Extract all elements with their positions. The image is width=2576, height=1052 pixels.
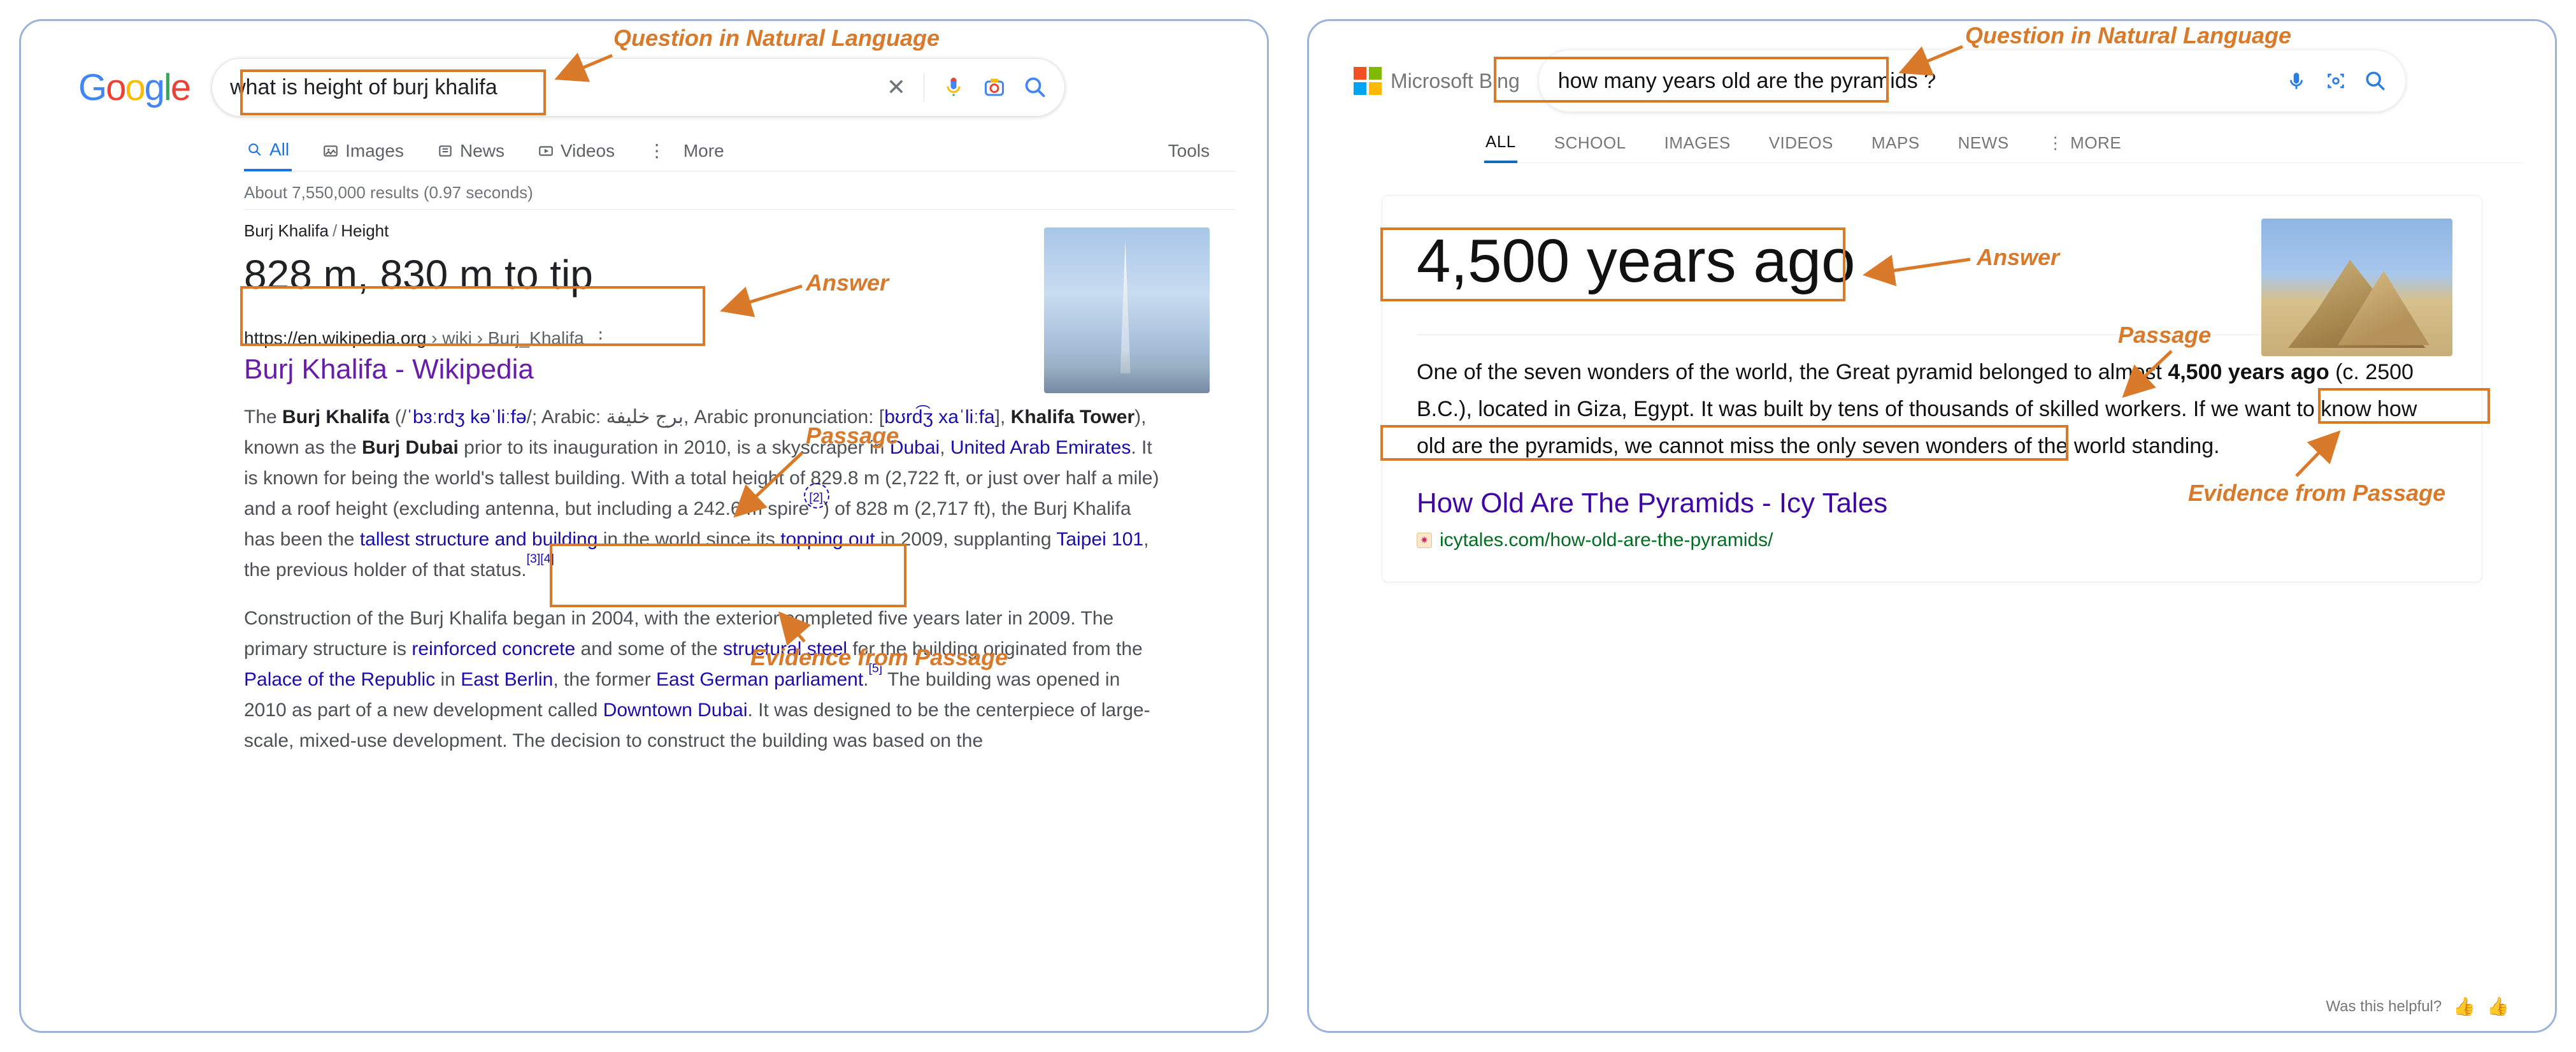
- link-east-berlin[interactable]: East Berlin: [461, 669, 553, 690]
- result-snippet: One of the seven wonders of the world, t…: [1417, 354, 2447, 465]
- reference-link[interactable]: [3]: [527, 552, 541, 566]
- tab-images[interactable]: IMAGES: [1663, 124, 1732, 162]
- thumbs-up-icon[interactable]: 👍: [2453, 996, 2475, 1017]
- thumbs-down-icon[interactable]: 👎: [2487, 996, 2509, 1017]
- videos-icon: [538, 143, 554, 159]
- more-dots-icon[interactable]: ⋮: [592, 328, 610, 348]
- link-taipei[interactable]: Taipei 101: [1056, 529, 1143, 550]
- news-icon: [437, 143, 454, 159]
- bing-tabs: ALL SCHOOL IMAGES VIDEOS MAPS NEWS ⋮MORE: [1484, 123, 2523, 163]
- tab-all[interactable]: All: [244, 131, 292, 171]
- featured-result: Burj Khalifa/Height 828 m, 830 m to tip …: [244, 221, 1235, 756]
- google-topbar: Google ✕: [78, 58, 1235, 117]
- lens-icon[interactable]: [2325, 70, 2347, 92]
- mic-icon[interactable]: [2286, 70, 2307, 92]
- ipa-link[interactable]: ˈbɜːrdʒ kəˈliːfə: [406, 407, 526, 428]
- search-small-icon: [247, 141, 263, 158]
- link-palace[interactable]: Palace of the Republic: [244, 669, 435, 690]
- favicon-icon: ✷: [1417, 533, 1432, 548]
- clear-icon[interactable]: ✕: [887, 74, 906, 101]
- tab-videos[interactable]: Videos: [535, 132, 617, 170]
- bing-search-bar[interactable]: [1539, 50, 2405, 112]
- google-search-input[interactable]: [230, 75, 887, 100]
- tab-maps[interactable]: MAPS: [1870, 124, 1921, 162]
- link-uae[interactable]: United Arab Emirates: [950, 437, 1131, 458]
- tab-more[interactable]: ⋮ More: [645, 131, 727, 170]
- ipa-link[interactable]: bʊrd͡ʒ xaˈliːfa: [884, 407, 994, 428]
- tools-link[interactable]: Tools: [1168, 141, 1210, 161]
- bing-search-input[interactable]: [1558, 69, 2286, 94]
- result-stats: About 7,550,000 results (0.97 seconds): [244, 171, 1235, 209]
- link-tallest[interactable]: tallest structure and building: [360, 529, 598, 550]
- bing-searchbar-icons: [2286, 70, 2386, 92]
- reference-link[interactable]: [4]: [540, 552, 554, 566]
- result-url[interactable]: ✷ icytales.com/how-old-are-the-pyramids/: [1417, 530, 2447, 551]
- result-snippet: The Burj Khalifa (/ˈbɜːrdʒ kəˈliːfə/; Ar…: [244, 402, 1161, 756]
- microsoft-icon: [1354, 67, 1382, 95]
- link-dubai[interactable]: Dubai: [890, 437, 940, 458]
- google-searchbar-icons: ✕: [887, 73, 1047, 101]
- annot-question: Question in Natural Language: [613, 25, 940, 52]
- search-icon[interactable]: [1024, 76, 1047, 99]
- annot-question: Question in Natural Language: [1965, 22, 2291, 49]
- bing-topbar: Microsoft Bing: [1354, 50, 2510, 112]
- result-title[interactable]: How Old Are The Pyramids - Icy Tales: [1417, 487, 2447, 519]
- images-icon: [322, 143, 339, 159]
- divider: [244, 209, 1235, 210]
- mic-icon[interactable]: [942, 76, 965, 99]
- google-logo[interactable]: Google: [78, 66, 190, 109]
- tab-school[interactable]: SCHOOL: [1553, 124, 1628, 162]
- link-east-german-parliament[interactable]: East German parliament: [656, 669, 863, 690]
- tab-videos[interactable]: VIDEOS: [1768, 124, 1835, 162]
- tab-more[interactable]: ⋮MORE: [2046, 124, 2123, 162]
- bing-logo[interactable]: Microsoft Bing: [1354, 67, 1520, 95]
- helpful-prompt: Was this helpful? 👍 👎: [2326, 996, 2509, 1017]
- featured-image[interactable]: [2261, 219, 2452, 356]
- more-dots-icon: ⋮: [648, 140, 666, 161]
- tab-all[interactable]: ALL: [1484, 123, 1517, 163]
- google-tabs: All Images News Videos ⋮ More Tools: [244, 131, 1235, 171]
- link-structural-steel[interactable]: structural steel: [723, 638, 847, 659]
- link-reinforced-concrete[interactable]: reinforced concrete: [411, 638, 575, 659]
- bing-answer-card: 4,500 years ago One of the seven wonders…: [1382, 195, 2482, 582]
- reference-link[interactable]: [5]: [869, 661, 883, 675]
- search-icon[interactable]: [2365, 70, 2386, 92]
- reference-link[interactable]: [2]: [809, 491, 823, 505]
- link-topping-out[interactable]: topping out: [780, 529, 875, 550]
- bing-panel: Microsoft Bing ALL SCHOOL IMAGES VIDEOS …: [1307, 19, 2557, 1033]
- tab-images[interactable]: Images: [320, 132, 406, 170]
- tab-news[interactable]: News: [434, 132, 507, 170]
- tab-news[interactable]: NEWS: [1957, 124, 2010, 162]
- featured-image[interactable]: [1044, 227, 1210, 393]
- camera-icon[interactable]: [983, 76, 1006, 99]
- more-dots-icon: ⋮: [2047, 133, 2064, 153]
- link-downtown-dubai[interactable]: Downtown Dubai: [603, 700, 748, 721]
- google-panel: Google ✕ All Images News V: [19, 19, 1269, 1033]
- google-search-bar[interactable]: ✕: [211, 58, 1065, 117]
